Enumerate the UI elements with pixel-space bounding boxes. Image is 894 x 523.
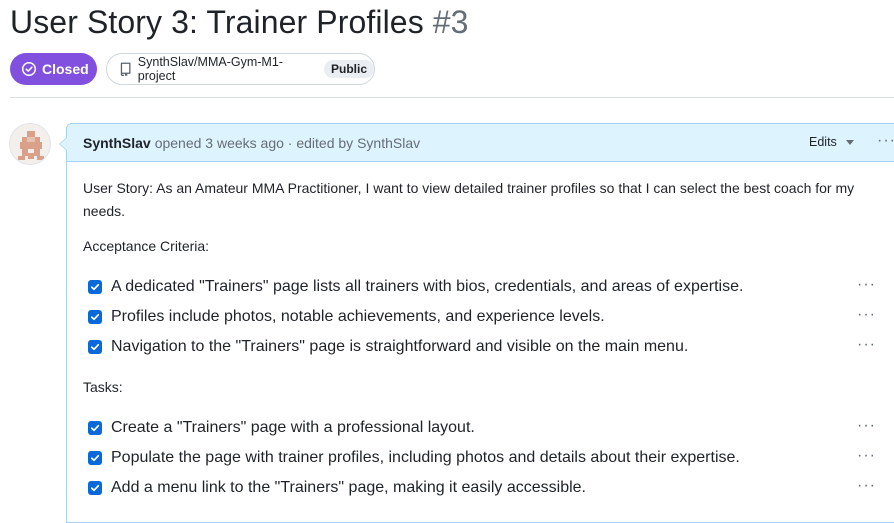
repo-name: SynthSlav/MMA-Gym-M1-project (137, 55, 283, 83)
avatar[interactable] (9, 123, 51, 165)
comment-author[interactable]: SynthSlav (83, 135, 151, 151)
repo-icon (120, 62, 131, 77)
issue-title: User Story 3: Trainer Profiles (10, 4, 424, 40)
kebab-horizontal-icon[interactable]: ··· (857, 447, 876, 465)
comment-header: SynthSlav opened 3 weeks ago · edited by… (67, 124, 894, 162)
comment-body: User Story: As an Amateur MMA Practition… (83, 177, 883, 223)
kebab-horizontal-icon[interactable]: ··· (857, 477, 876, 495)
repo-link[interactable]: SynthSlav/MMA-Gym-M1-project Public (106, 53, 375, 85)
kebab-horizontal-icon[interactable]: ··· (857, 417, 876, 435)
kebab-horizontal-icon[interactable]: ··· (857, 336, 876, 354)
tasks-heading: Tasks: (83, 379, 123, 395)
acceptance-heading: Acceptance Criteria: (83, 238, 210, 254)
kebab-horizontal-icon[interactable]: ··· (857, 306, 876, 324)
kebab-horizontal-icon[interactable]: ··· (877, 132, 894, 150)
acceptance-item-text: Navigation to the "Trainers" page is str… (111, 338, 689, 355)
visibility-tag: Public (323, 60, 374, 78)
task-item: Add a menu link to the "Trainers" page, … (88, 478, 586, 498)
chevron-down-icon (845, 139, 854, 145)
issue-closed-icon (21, 61, 37, 77)
checkbox-checked-icon[interactable] (88, 451, 102, 465)
acceptance-item-text: Profiles include photos, notable achieve… (111, 308, 605, 325)
acceptance-item-text: A dedicated "Trainers" page lists all tr… (111, 278, 744, 295)
task-item-text: Create a "Trainers" page with a professi… (111, 419, 475, 436)
kebab-horizontal-icon[interactable]: ··· (857, 276, 876, 294)
task-item: Populate the page with trainer profiles,… (88, 448, 740, 468)
header-divider (10, 97, 894, 98)
edits-dropdown[interactable]: Edits (809, 135, 854, 149)
issue-comment: SynthSlav opened 3 weeks ago · edited by… (59, 123, 894, 523)
checkbox-checked-icon[interactable] (88, 340, 102, 354)
status-label: Closed (42, 61, 89, 77)
acceptance-item: Profiles include photos, notable achieve… (88, 307, 605, 327)
status-badge: Closed (10, 53, 97, 85)
checkbox-checked-icon[interactable] (88, 280, 102, 294)
issue-number: #3 (432, 4, 469, 40)
acceptance-item: Navigation to the "Trainers" page is str… (88, 337, 688, 357)
checkbox-checked-icon[interactable] (88, 421, 102, 435)
task-item-text: Add a menu link to the "Trainers" page, … (111, 479, 586, 496)
task-item: Create a "Trainers" page with a professi… (88, 418, 475, 438)
edits-label: Edits (809, 135, 837, 149)
issue-title-row: User Story 3: Trainer Profiles #3 (10, 4, 468, 48)
comment-meta: opened 3 weeks ago · edited by SynthSlav (154, 134, 421, 151)
identicon-avatar (10, 124, 50, 164)
story-text: User Story: As an Amateur MMA Practition… (83, 180, 855, 219)
checkbox-checked-icon[interactable] (88, 481, 102, 495)
checkbox-checked-icon[interactable] (88, 310, 102, 324)
task-item-text: Populate the page with trainer profiles,… (111, 449, 740, 466)
acceptance-item: A dedicated "Trainers" page lists all tr… (88, 277, 743, 297)
